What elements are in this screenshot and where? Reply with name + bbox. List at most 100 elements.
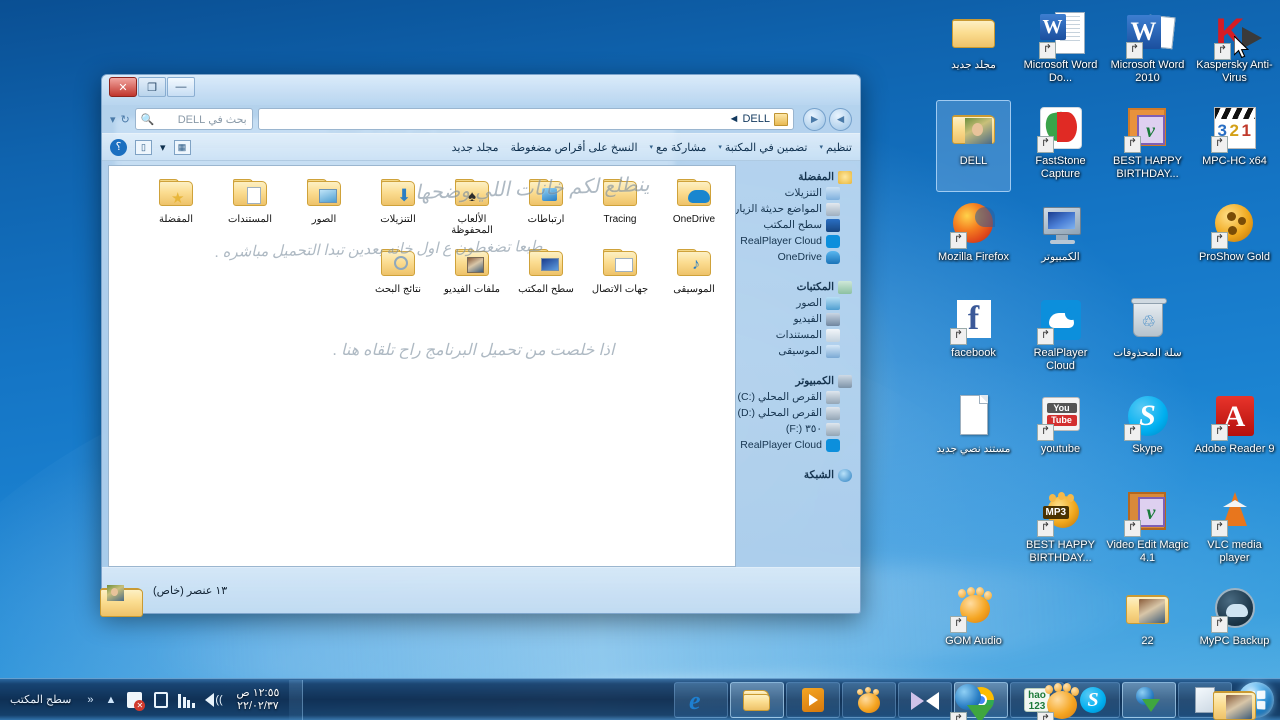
file-item[interactable]: جهات الاتصال	[583, 244, 657, 314]
view-mode-button[interactable]: ▦	[173, 139, 191, 155]
explorer-window[interactable]: ✕ ❐ — ◄ ► DELL ◄ بحث في DELL 🔍 ↻ ▾ تنظيم…	[100, 74, 861, 617]
file-item[interactable]: الصور	[287, 174, 361, 244]
nav-item[interactable]: القرص المحلي (:D)	[736, 405, 854, 421]
window-controls: ✕ ❐ —	[109, 77, 195, 97]
desktop-icon-mp3-audio-icon[interactable]: MP3 BEST HAPPY BIRTHDAY...	[1017, 482, 1104, 578]
desktop[interactable]: مجلد جديد W Microsoft Word Do... W Microsoft…	[0, 0, 1280, 720]
nav-item[interactable]: التنزيلات	[736, 185, 854, 201]
desktop-icon-word-document-icon[interactable]: W Microsoft Word Do...	[1017, 2, 1104, 98]
file-item[interactable]: ارتباطات	[509, 174, 583, 244]
minimize-button[interactable]: —	[167, 77, 195, 97]
file-item[interactable]: ★ المفضلة	[139, 174, 213, 244]
kmplayer-taskbar-button[interactable]	[898, 681, 952, 718]
desktop-icon-folder-icon[interactable]: مجلد جديد	[930, 2, 1017, 98]
media-player-taskbar-button[interactable]	[786, 681, 840, 718]
power-plug-icon[interactable]	[150, 689, 172, 711]
close-button[interactable]: ✕	[109, 77, 137, 97]
file-item[interactable]: المستندات	[213, 174, 287, 244]
nav-item[interactable]: الكمبيوتر	[736, 373, 854, 389]
nav-item[interactable]: RealPlayer Cloud	[736, 233, 854, 249]
desktop-icon-skype-icon[interactable]: S Skype	[1104, 386, 1191, 482]
desktop-icon-mypc-backup-icon[interactable]: MyPC Backup	[1191, 578, 1278, 674]
forward-button[interactable]: ►	[803, 107, 826, 131]
file-item[interactable]: ⬇ التنزيلات	[361, 174, 435, 244]
maximize-button[interactable]: ❐	[138, 77, 166, 97]
help-icon[interactable]: ؟	[110, 138, 127, 156]
ie-taskbar-button[interactable]: e	[674, 681, 728, 718]
desktop-icon-faststone-capture-icon[interactable]: FastStone Capture	[1017, 98, 1104, 194]
action-center-icon[interactable]	[124, 689, 146, 711]
organize-menu[interactable]: تنظيم ▾	[819, 141, 852, 154]
desktop-icon-youtube-icon[interactable]: You Tube youtube	[1017, 386, 1104, 482]
desktop-icon-folder-icon[interactable]: 22	[1104, 578, 1191, 674]
desktop-icon-facebook-icon[interactable]: f facebook	[930, 290, 1017, 386]
folder-icon: ★	[155, 176, 197, 212]
recent-places-icon	[826, 202, 840, 216]
gom-taskbar-button[interactable]	[842, 681, 896, 718]
desktop-icon-gom-audio-icon[interactable]: GOM Audio	[930, 578, 1017, 674]
video-edit-magic-icon: v	[1124, 104, 1172, 152]
back-button[interactable]: ◄	[829, 107, 852, 131]
file-item[interactable]: ♠ الألعاب المحفوظة	[435, 174, 509, 244]
nav-item[interactable]: المواضع حديثة الزيارة	[736, 201, 854, 217]
desktop-toolbar-label[interactable]: سطح المكتب	[0, 693, 81, 706]
file-item[interactable]: نتائج البحث	[361, 244, 435, 314]
nav-item[interactable]: المفضلة	[736, 169, 854, 185]
desktop-icon-video-edit-magic-icon[interactable]: v Video Edit Magic 4.1	[1104, 482, 1191, 578]
idm-taskbar-button[interactable]	[1122, 681, 1176, 718]
file-item[interactable]: ♪ الموسيقى	[657, 244, 731, 314]
breadcrumb[interactable]: DELL ◄	[257, 108, 794, 130]
nav-item[interactable]: سطح المكتب	[736, 217, 854, 233]
clock[interactable]: ١٢:٥٥ ص ٢٢/٠٢/٣٧	[226, 687, 289, 713]
desktop-icon-label: MyPC Backup	[1199, 635, 1270, 647]
include-in-library-menu[interactable]: تضمين في المكتبة ▾	[718, 141, 807, 154]
show-desktop-button[interactable]	[289, 679, 304, 720]
recycle-bin-icon: ♲	[1124, 296, 1172, 344]
network-signal-icon[interactable]	[176, 689, 198, 711]
show-hidden-icons-button[interactable]: ▲	[99, 694, 122, 706]
nav-item[interactable]: الشبكة	[736, 467, 854, 483]
desktop-icon-kaspersky-icon[interactable]: K Kaspersky Anti-Virus	[1191, 2, 1278, 98]
preview-pane-button[interactable]: ▯	[135, 139, 152, 155]
burn-button[interactable]: النسخ على أقراص مضغوطة	[511, 141, 638, 154]
nav-item[interactable]: القرص المحلي (:C)	[736, 389, 854, 405]
chevron-down-icon[interactable]: ▾	[160, 141, 166, 154]
folder-icon	[229, 176, 271, 212]
microsoft-word-2010-icon: W	[1124, 8, 1176, 56]
file-list-view[interactable]: OneDrive Tracing ارتباطات ♠ الألعاب المحفوظة…	[108, 165, 736, 567]
desktop-icon-recycle-bin-icon[interactable]: ♲ سلة المحذوفات	[1104, 290, 1191, 386]
desktop-icon-realplayer-cloud-icon[interactable]: RealPlayer Cloud	[1017, 290, 1104, 386]
search-input[interactable]: بحث في DELL 🔍	[134, 108, 253, 130]
explorer-title-bar[interactable]: ✕ ❐ —	[102, 75, 860, 105]
desktop-icon-adobe-reader-icon[interactable]: A Adobe Reader 9	[1191, 386, 1278, 482]
desktop-icon-computer-icon[interactable]: الكمبيوتر	[1017, 194, 1104, 290]
share-with-menu[interactable]: مشاركة مع ▾	[650, 141, 707, 154]
nav-item[interactable]: ٣٥٠ (:F)	[736, 421, 854, 437]
file-item[interactable]: سطح المكتب	[509, 244, 583, 314]
toolbar-chevron-icon[interactable]: «	[81, 694, 99, 706]
nav-item[interactable]: الموسيقى	[736, 343, 854, 359]
explorer-taskbar-button[interactable]	[730, 681, 784, 718]
refresh-icon[interactable]: ↻	[121, 113, 130, 126]
nav-item[interactable]: المستندات	[736, 327, 854, 343]
chevron-down-icon[interactable]: ▾	[110, 113, 116, 126]
file-item[interactable]: OneDrive	[657, 174, 731, 244]
desktop-icon-mpc-hc-icon[interactable]: 3 2 1 MPC-HC x64	[1191, 98, 1278, 194]
realplayer-cloud-icon	[1037, 296, 1085, 344]
new-folder-button[interactable]: مجلد جديد	[452, 141, 499, 154]
desktop-icon-firefox-icon[interactable]: Mozilla Firefox	[930, 194, 1017, 290]
desktop-icon-dell-folder-icon[interactable]: DELL	[930, 98, 1017, 194]
file-item[interactable]: Tracing	[583, 174, 657, 244]
desktop-icon-proshow-gold-icon[interactable]: ProShow Gold	[1191, 194, 1278, 290]
desktop-icon-microsoft-word-2010-icon[interactable]: W Microsoft Word 2010	[1104, 2, 1191, 98]
nav-item[interactable]: RealPlayer Cloud	[736, 437, 854, 453]
desktop-icon-vlc-icon[interactable]: VLC media player	[1191, 482, 1278, 578]
file-item[interactable]: ملفات الفيديو	[435, 244, 509, 314]
nav-item[interactable]: الصور	[736, 295, 854, 311]
desktop-icon-text-document-icon[interactable]: مستند نصي جديد	[930, 386, 1017, 482]
nav-item[interactable]: المكتبات	[736, 279, 854, 295]
nav-item[interactable]: OneDrive	[736, 249, 854, 265]
volume-icon[interactable]: ))	[202, 689, 224, 711]
desktop-icon-video-edit-magic-icon[interactable]: v BEST HAPPY BIRTHDAY...	[1104, 98, 1191, 194]
nav-item[interactable]: الفيديو	[736, 311, 854, 327]
